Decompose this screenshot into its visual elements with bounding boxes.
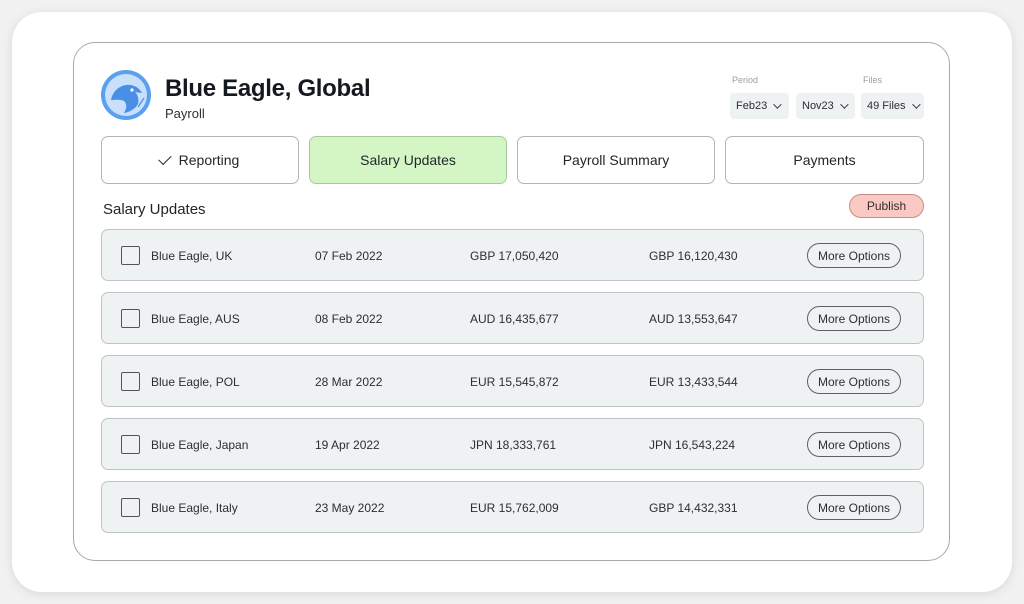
more-options-button[interactable]: More Options xyxy=(807,369,901,394)
table-row: Blue Eagle, AUS 08 Feb 2022 AUD 16,435,6… xyxy=(101,292,924,344)
tab-label: Reporting xyxy=(178,152,240,168)
table-row: Blue Eagle, POL 28 Mar 2022 EUR 15,545,8… xyxy=(101,355,924,407)
row-checkbox[interactable] xyxy=(121,372,140,391)
row-date: 19 Apr 2022 xyxy=(315,438,380,452)
net-amount: JPN 16,543,224 xyxy=(649,438,736,452)
gross-amount: EUR 15,545,872 xyxy=(470,375,559,389)
company-name: Blue Eagle, Global xyxy=(165,75,371,102)
tab-payroll-summary[interactable]: Payroll Summary xyxy=(517,136,715,184)
entity-name: Blue Eagle, POL xyxy=(151,375,240,389)
tab-reporting[interactable]: Reporting xyxy=(101,136,299,184)
more-options-button[interactable]: More Options xyxy=(807,495,901,520)
files-value: 49 Files xyxy=(867,100,906,112)
tab-label: Salary Updates xyxy=(360,152,456,168)
gross-amount: JPN 18,333,761 xyxy=(470,438,557,452)
gross-amount: GBP 17,050,420 xyxy=(470,249,559,263)
period-end-dropdown[interactable]: Nov23 xyxy=(796,93,855,119)
row-checkbox[interactable] xyxy=(121,498,140,517)
section-title: Salary Updates xyxy=(103,201,206,218)
entity-name: Blue Eagle, Japan xyxy=(151,438,249,452)
more-options-button[interactable]: More Options xyxy=(807,306,901,331)
page-subtitle: Payroll xyxy=(165,106,205,121)
publish-button[interactable]: Publish xyxy=(849,194,924,218)
tab-label: Payments xyxy=(793,152,856,168)
period-label: Period xyxy=(732,75,759,85)
entity-name: Blue Eagle, Italy xyxy=(151,501,238,515)
tab-salary-updates[interactable]: Salary Updates xyxy=(309,136,507,184)
check-icon xyxy=(157,151,172,165)
table-row: Blue Eagle, Italy 23 May 2022 EUR 15,762… xyxy=(101,481,924,533)
gross-amount: EUR 15,762,009 xyxy=(470,501,559,515)
net-amount: EUR 13,433,544 xyxy=(649,375,738,389)
row-date: 07 Feb 2022 xyxy=(315,249,383,263)
entity-name: Blue Eagle, UK xyxy=(151,249,233,263)
files-label: Files xyxy=(863,75,883,85)
row-checkbox[interactable] xyxy=(121,309,140,328)
net-amount: GBP 14,432,331 xyxy=(649,501,738,515)
gross-amount: AUD 16,435,677 xyxy=(470,312,559,326)
chevron-down-icon xyxy=(839,100,849,109)
eagle-logo-icon xyxy=(101,70,151,120)
payroll-card: Blue Eagle, Global Payroll Period Files … xyxy=(73,42,950,561)
row-date: 08 Feb 2022 xyxy=(315,312,383,326)
row-date: 28 Mar 2022 xyxy=(315,375,383,389)
row-checkbox[interactable] xyxy=(121,435,140,454)
more-options-button[interactable]: More Options xyxy=(807,243,901,268)
net-amount: GBP 16,120,430 xyxy=(649,249,738,263)
table-row: Blue Eagle, Japan 19 Apr 2022 JPN 18,333… xyxy=(101,418,924,470)
net-amount: AUD 13,553,647 xyxy=(649,312,738,326)
chevron-down-icon xyxy=(911,100,921,109)
period-end-value: Nov23 xyxy=(802,100,834,112)
period-start-dropdown[interactable]: Feb23 xyxy=(730,93,789,119)
row-date: 23 May 2022 xyxy=(315,501,385,515)
tab-label: Payroll Summary xyxy=(562,152,670,168)
chevron-down-icon xyxy=(773,100,782,109)
table-row: Blue Eagle, UK 07 Feb 2022 GBP 17,050,42… xyxy=(101,229,924,281)
row-checkbox[interactable] xyxy=(121,246,140,265)
more-options-button[interactable]: More Options xyxy=(807,432,901,457)
entity-name: Blue Eagle, AUS xyxy=(151,312,240,326)
tab-payments[interactable]: Payments xyxy=(725,136,924,184)
period-start-value: Feb23 xyxy=(736,100,768,112)
files-dropdown[interactable]: 49 Files xyxy=(861,93,924,119)
